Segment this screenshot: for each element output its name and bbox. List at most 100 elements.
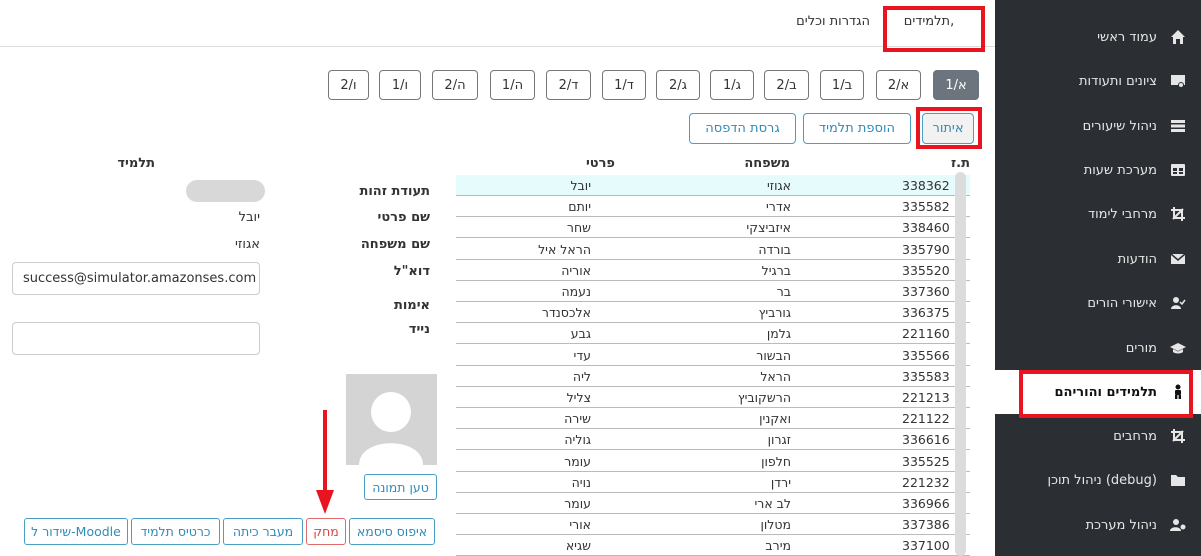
class-button[interactable]: ד/1 [602, 70, 646, 100]
table-row[interactable]: 335566 הבשור עדי [456, 345, 970, 366]
folder-icon [1169, 471, 1187, 489]
tab-settings[interactable]: הגדרות וכלים [790, 14, 870, 29]
label-mobile: נייד [408, 322, 430, 337]
sidebar-item-label: ניהול מערכת [1085, 517, 1157, 533]
table-row[interactable]: 221213 הרשקוביץ צליל [456, 387, 970, 408]
cell-family: אגוזי [766, 178, 791, 193]
app-root: עמוד ראשי ציונים ותעודות ניהול שיעורים מ… [0, 0, 1201, 556]
table-row[interactable]: 335520 ברגיל אוריה [456, 260, 970, 281]
sidebar-item-label: הודעות [1117, 251, 1157, 267]
sidebar-item-label: ניהול שיעורים [1082, 118, 1157, 134]
table-row[interactable]: 338460 איזביצקי שחר [456, 217, 970, 239]
sidebar-item-messages[interactable]: הודעות [995, 237, 1201, 281]
cell-first: עומר [564, 496, 591, 511]
delete-button[interactable]: מחק [306, 518, 346, 545]
tab-students[interactable]: תלמידים, [890, 14, 968, 29]
users-cog-icon [1169, 516, 1187, 534]
sidebar-item-students-parents[interactable]: תלמידים והוריהם [995, 370, 1201, 414]
class-button[interactable]: ד/2 [546, 70, 591, 100]
moodle-sync-button[interactable]: שידור ל-Moodle [24, 518, 128, 545]
sidebar-item-lessons[interactable]: ניהול שיעורים [995, 104, 1201, 148]
table-scrollbar[interactable] [955, 172, 966, 556]
table-row[interactable]: 336616 זגרון גוליה [456, 429, 970, 451]
class-button[interactable]: ג/1 [710, 70, 754, 100]
mobile-field[interactable] [12, 322, 260, 355]
list-icon [1169, 117, 1187, 135]
child-icon [1169, 383, 1187, 401]
sidebar-item-label: מורים [1125, 340, 1157, 356]
cell-first: אורי [569, 517, 591, 533]
avatar-placeholder-icon [359, 392, 423, 465]
class-button[interactable]: ב/2 [764, 70, 809, 100]
class-button[interactable]: א/2 [876, 70, 921, 100]
class-button[interactable]: ה/1 [490, 70, 535, 100]
email-field[interactable]: success@simulator.amazonses.com [12, 262, 260, 295]
upload-photo-button[interactable]: טען תמונה [364, 474, 437, 500]
sidebar-item-spaces[interactable]: מרחבים [995, 414, 1201, 458]
student-card-button[interactable]: כרטיס תלמיד [131, 518, 220, 545]
table-row[interactable]: 221232 ירדן נויה [456, 472, 970, 493]
cell-first: ליה [572, 368, 591, 384]
table-row[interactable]: 338362 אגוזי יובל [456, 175, 970, 196]
sidebar-item-teachers[interactable]: מורים [995, 326, 1201, 370]
table-row[interactable]: 337100 מירב שגיא [456, 535, 970, 556]
cell-first: גוליה [564, 432, 591, 448]
add-student-button[interactable]: הוספת תלמיד [803, 113, 911, 144]
sidebar-item-parent-approvals[interactable]: אישורי הורים [995, 281, 1201, 325]
cell-first: גבע [570, 326, 591, 342]
sidebar-item-grades[interactable]: ציונים ותעודות [995, 59, 1201, 103]
cell-family: ואקנין [759, 411, 791, 427]
details-title: תלמיד [117, 156, 155, 171]
sidebar-item-label: מערכת שעות [1083, 162, 1157, 178]
table-row[interactable]: 337360 בר נעמה [456, 281, 970, 302]
cell-first: נעמה [561, 284, 592, 299]
cell-family: חלפון [761, 453, 791, 469]
sidebar-item-system-admin[interactable]: ניהול מערכת [995, 503, 1201, 547]
table-row[interactable]: 335525 חלפון עומר [456, 451, 970, 472]
class-button[interactable]: ב/1 [820, 70, 864, 100]
table-row[interactable]: 221160 גלמן גבע [456, 323, 970, 345]
sidebar-item-content-debug[interactable]: ניהול תוכן (debug) [995, 458, 1201, 502]
table-row[interactable]: 335583 הראל ליה [456, 366, 970, 387]
cell-first: יובל [570, 178, 591, 193]
home-icon [1169, 28, 1187, 46]
label-verify: אימות [393, 298, 430, 313]
cell-family: ברגיל [761, 262, 791, 278]
class-button[interactable]: ו/2 [328, 70, 369, 100]
sidebar-item-home[interactable]: עמוד ראשי [995, 15, 1201, 59]
class-button[interactable]: ו/1 [379, 70, 421, 100]
class-button[interactable]: א/1 [933, 70, 979, 100]
envelope-icon [1169, 250, 1187, 268]
value-family-name: אגוזי [235, 237, 260, 252]
cell-family: בורדה [758, 241, 791, 257]
cell-family: ירדן [770, 474, 791, 490]
class-button[interactable]: ג/2 [656, 70, 700, 100]
sidebar-item-label: ציונים ותעודות [1079, 73, 1157, 89]
sidebar-item-timetable[interactable]: מערכת שעות [995, 148, 1201, 192]
table-row[interactable]: 336375 גורביץ אלכסנדר [456, 302, 970, 324]
label-id: תעודת זהות [359, 184, 430, 199]
table-row[interactable]: 336966 לב ארי עומר [456, 493, 970, 514]
reset-password-button[interactable]: איפוס סיסמא [349, 518, 435, 545]
sidebar-item-learning-spaces[interactable]: מרחבי לימוד [995, 192, 1201, 236]
table-row[interactable]: 221122 ואקנין שירה [456, 408, 970, 430]
cell-first: אוריה [561, 262, 591, 278]
cell-family: גלמן [766, 326, 791, 342]
red-arrow-annotation [316, 410, 334, 514]
sidebar-item-label: מרחבי לימוד [1088, 206, 1157, 222]
table-row[interactable]: 335790 בורדה הראל איל [456, 239, 970, 260]
user-check-icon [1169, 294, 1187, 312]
table-icon [1169, 161, 1187, 179]
sidebar-item-label: תלמידים והוריהם [1054, 384, 1157, 400]
table-row[interactable]: 337386 מטלון אורי [456, 514, 970, 536]
print-version-button[interactable]: גרסת הדפסה [689, 113, 796, 144]
certificate-icon [1169, 72, 1187, 90]
cell-first: שחר [566, 220, 591, 236]
sidebar-item-label: מרחבים [1113, 428, 1157, 444]
table-row[interactable]: 335582 אדרי יותם [456, 196, 970, 218]
search-button[interactable]: איתור [922, 113, 974, 144]
label-family-name: שם משפחה [360, 237, 430, 252]
class-button[interactable]: ה/2 [432, 70, 478, 100]
graduation-cap-icon [1169, 339, 1187, 357]
class-transfer-button[interactable]: מעבר כיתה [223, 518, 303, 545]
